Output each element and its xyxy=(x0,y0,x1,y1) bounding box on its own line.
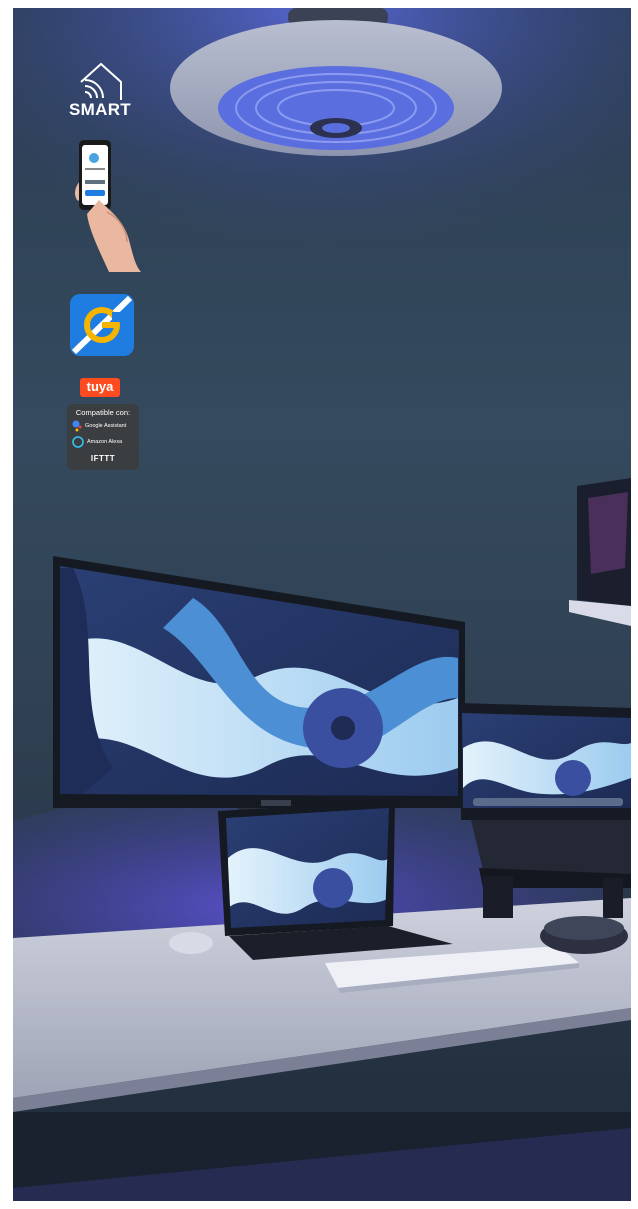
google-assistant-icon xyxy=(72,420,82,432)
earbuds-case xyxy=(169,932,213,954)
ifttt-label: IFTTT xyxy=(90,454,116,463)
smart-label: SMART xyxy=(69,100,131,119)
alexa-label: Amazon Alexa xyxy=(87,439,123,445)
photo-scene: SMART tuya Compatible con: Google Assist… xyxy=(13,8,631,1201)
amazon-alexa-icon xyxy=(72,436,84,448)
google-row: Google Assistant xyxy=(72,420,126,432)
wall-shelf xyxy=(569,478,631,626)
tuya-logo: tuya xyxy=(80,378,120,397)
laptop xyxy=(459,703,631,918)
mouse xyxy=(540,916,628,954)
compat-title: Compatible con: xyxy=(75,408,131,417)
phone-app-icon xyxy=(74,140,141,272)
g-app-icon xyxy=(70,294,134,356)
compatibility-box: Compatible con: Google Assistant Amazon … xyxy=(67,404,139,470)
monitor xyxy=(53,556,465,823)
smart-home-wifi-icon xyxy=(80,62,122,100)
alexa-row: Amazon Alexa xyxy=(72,436,122,448)
google-label: Google Assistant xyxy=(85,423,127,429)
